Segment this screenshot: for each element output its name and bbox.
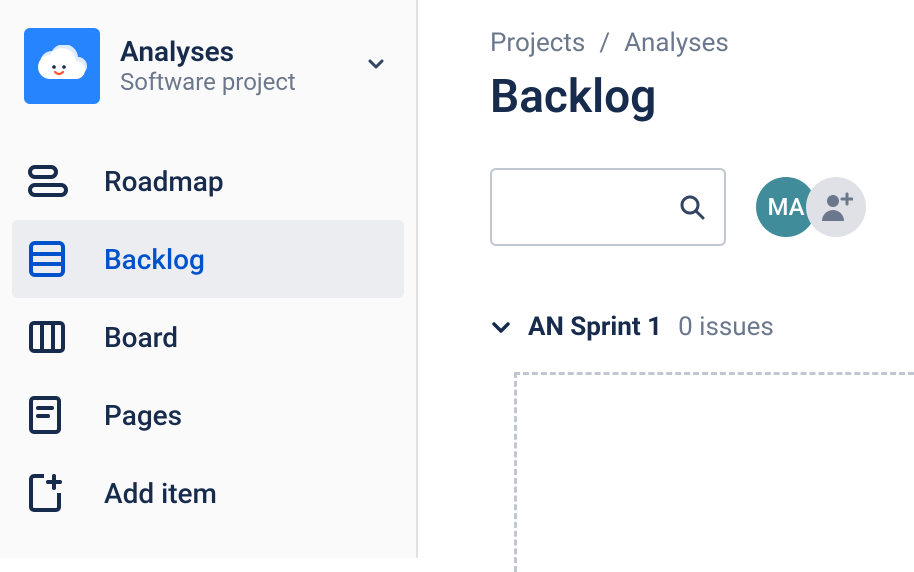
- sprint-count: 0 issues: [678, 312, 774, 342]
- breadcrumb-sep: /: [599, 28, 610, 58]
- chevron-down-icon: [490, 316, 512, 338]
- nav-label: Board: [104, 321, 178, 354]
- chevron-down-icon: [364, 52, 392, 80]
- project-text: Analyses Software project: [120, 35, 364, 97]
- sprint-header[interactable]: AN Sprint 1 0 issues: [490, 312, 914, 342]
- avatar-group: MA: [756, 177, 866, 237]
- search-input[interactable]: [490, 168, 726, 246]
- sprint-name: AN Sprint 1: [528, 312, 662, 342]
- project-name: Analyses: [120, 35, 364, 69]
- sprint-dropzone[interactable]: [514, 372, 914, 572]
- nav-label: Backlog: [104, 243, 205, 276]
- project-logo: [24, 28, 100, 104]
- cloud-icon: [36, 45, 88, 87]
- toolbar: MA: [490, 168, 914, 246]
- nav-label: Pages: [104, 399, 182, 432]
- nav-label: Add item: [104, 477, 217, 510]
- nav-label: Roadmap: [104, 165, 224, 198]
- project-subtitle: Software project: [120, 68, 364, 97]
- sidebar-item-add[interactable]: Add item: [12, 454, 404, 532]
- add-user-icon: [819, 192, 853, 222]
- sidebar-item-roadmap[interactable]: Roadmap: [12, 142, 404, 220]
- page-title: Backlog: [490, 70, 914, 124]
- search-icon: [678, 193, 706, 221]
- sidebar: Analyses Software project Roadmap Backlo…: [0, 0, 418, 558]
- roadmap-icon: [28, 163, 76, 199]
- pages-icon: [28, 395, 76, 435]
- project-switcher[interactable]: Analyses Software project: [0, 28, 416, 142]
- nav: Roadmap Backlog Board Pages Add item: [0, 142, 416, 532]
- backlog-icon: [28, 240, 76, 278]
- breadcrumb: Projects / Analyses: [490, 28, 914, 58]
- breadcrumb-current[interactable]: Analyses: [624, 28, 729, 58]
- sidebar-item-board[interactable]: Board: [12, 298, 404, 376]
- add-item-icon: [28, 473, 76, 513]
- main: Projects / Analyses Backlog MA AN Sprint…: [418, 0, 914, 558]
- add-people-button[interactable]: [806, 177, 866, 237]
- avatar-initials: MA: [767, 193, 804, 221]
- breadcrumb-root[interactable]: Projects: [490, 28, 585, 58]
- sidebar-item-backlog[interactable]: Backlog: [12, 220, 404, 298]
- sidebar-item-pages[interactable]: Pages: [12, 376, 404, 454]
- board-icon: [28, 318, 76, 356]
